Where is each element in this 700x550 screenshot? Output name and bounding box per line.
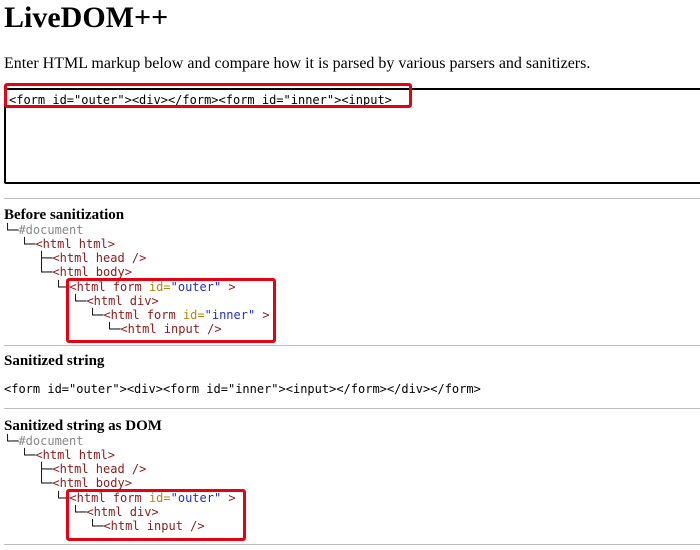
tree-node-html: └─<html html> (21, 448, 115, 462)
tree-connector: └─ (72, 505, 87, 519)
form-outer-attr-name: id= (148, 491, 171, 505)
tree-connector: └─ (21, 448, 36, 462)
tree-node-document: └─#document (4, 223, 83, 237)
form-inner-attr-value: "inner" (204, 308, 256, 322)
div-node-label: <html div> (86, 294, 159, 308)
html-node-label: <html html> (35, 448, 115, 462)
form-inner-node-label: <html form (103, 308, 183, 322)
markup-input-value[interactable]: <form id="outer"><div></form><form id="i… (9, 93, 392, 107)
tree-connector: └─ (38, 265, 53, 279)
form-outer-node-close: > (221, 280, 236, 294)
section-divider (4, 345, 700, 346)
tree-connector: ├─ (38, 462, 53, 476)
html-node-label: <html html> (35, 237, 115, 251)
tree-node-body: └─<html body> (38, 265, 132, 279)
sanitized-string-heading: Sanitized string (4, 353, 105, 369)
sanitized-dom-heading: Sanitized string as DOM (4, 418, 162, 434)
section-divider (4, 408, 700, 409)
tree-node-input: └─<html input /> (89, 519, 205, 533)
tree-connector: └─ (21, 237, 36, 251)
tree-node-document: └─#document (4, 434, 83, 448)
tree-connector: └─ (55, 491, 70, 505)
body-node-label: <html body> (52, 476, 132, 490)
head-node-close: /> (124, 462, 147, 476)
form-outer-node-label: <html form (69, 280, 149, 294)
document-node-label: #document (18, 223, 84, 237)
input-node-label: <html input (103, 519, 183, 533)
form-outer-node-close: > (221, 491, 236, 505)
head-node-label: <html head (52, 462, 125, 476)
tree-node-div: └─<html div> (72, 505, 159, 519)
tree-node-form-outer: └─<html form id="outer" > (55, 491, 236, 505)
tree-connector: └─ (89, 519, 104, 533)
tree-node-head: ├─<html head /> (38, 251, 146, 265)
tree-node-form-inner: └─<html form id="inner" > (89, 308, 270, 322)
body-node-label: <html body> (52, 265, 132, 279)
tree-connector: └─ (38, 476, 53, 490)
div-node-label: <html div> (86, 505, 159, 519)
intro-text: Enter HTML markup below and compare how … (4, 55, 591, 72)
tree-connector: └─ (4, 434, 19, 448)
section-divider (4, 198, 700, 199)
tree-node-div: └─<html div> (72, 294, 159, 308)
before-sanitization-heading: Before sanitization (4, 207, 125, 223)
tree-node-html: └─<html html> (21, 237, 115, 251)
input-node-close: /> (182, 519, 205, 533)
form-outer-attr-value: "outer" (170, 491, 222, 505)
tree-connector: └─ (72, 294, 87, 308)
form-outer-attr-value: "outer" (170, 280, 222, 294)
tree-node-head: ├─<html head /> (38, 462, 146, 476)
tree-node-input: └─<html input /> (106, 322, 222, 336)
markup-input[interactable]: <form id="outer"><div></form><form id="i… (4, 88, 700, 184)
input-node-close: /> (199, 322, 222, 336)
document-node-label: #document (18, 434, 84, 448)
form-inner-attr-name: id= (182, 308, 205, 322)
form-outer-attr-name: id= (148, 280, 171, 294)
tree-connector: └─ (55, 280, 70, 294)
tree-node-form-outer: └─<html form id="outer" > (55, 280, 236, 294)
head-node-close: /> (124, 251, 147, 265)
tree-connector: └─ (89, 308, 104, 322)
form-inner-node-close: > (255, 308, 270, 322)
input-node-label: <html input (120, 322, 200, 336)
tree-connector: ├─ (38, 251, 53, 265)
head-node-label: <html head (52, 251, 125, 265)
section-divider (4, 544, 700, 545)
tree-connector: └─ (4, 223, 19, 237)
tree-connector: └─ (106, 322, 121, 336)
tree-node-body: └─<html body> (38, 476, 132, 490)
form-outer-node-label: <html form (69, 491, 149, 505)
sanitized-string-output: <form id="outer"><div><form id="inner"><… (4, 382, 481, 396)
page-title: LiveDOM++ (4, 1, 169, 34)
